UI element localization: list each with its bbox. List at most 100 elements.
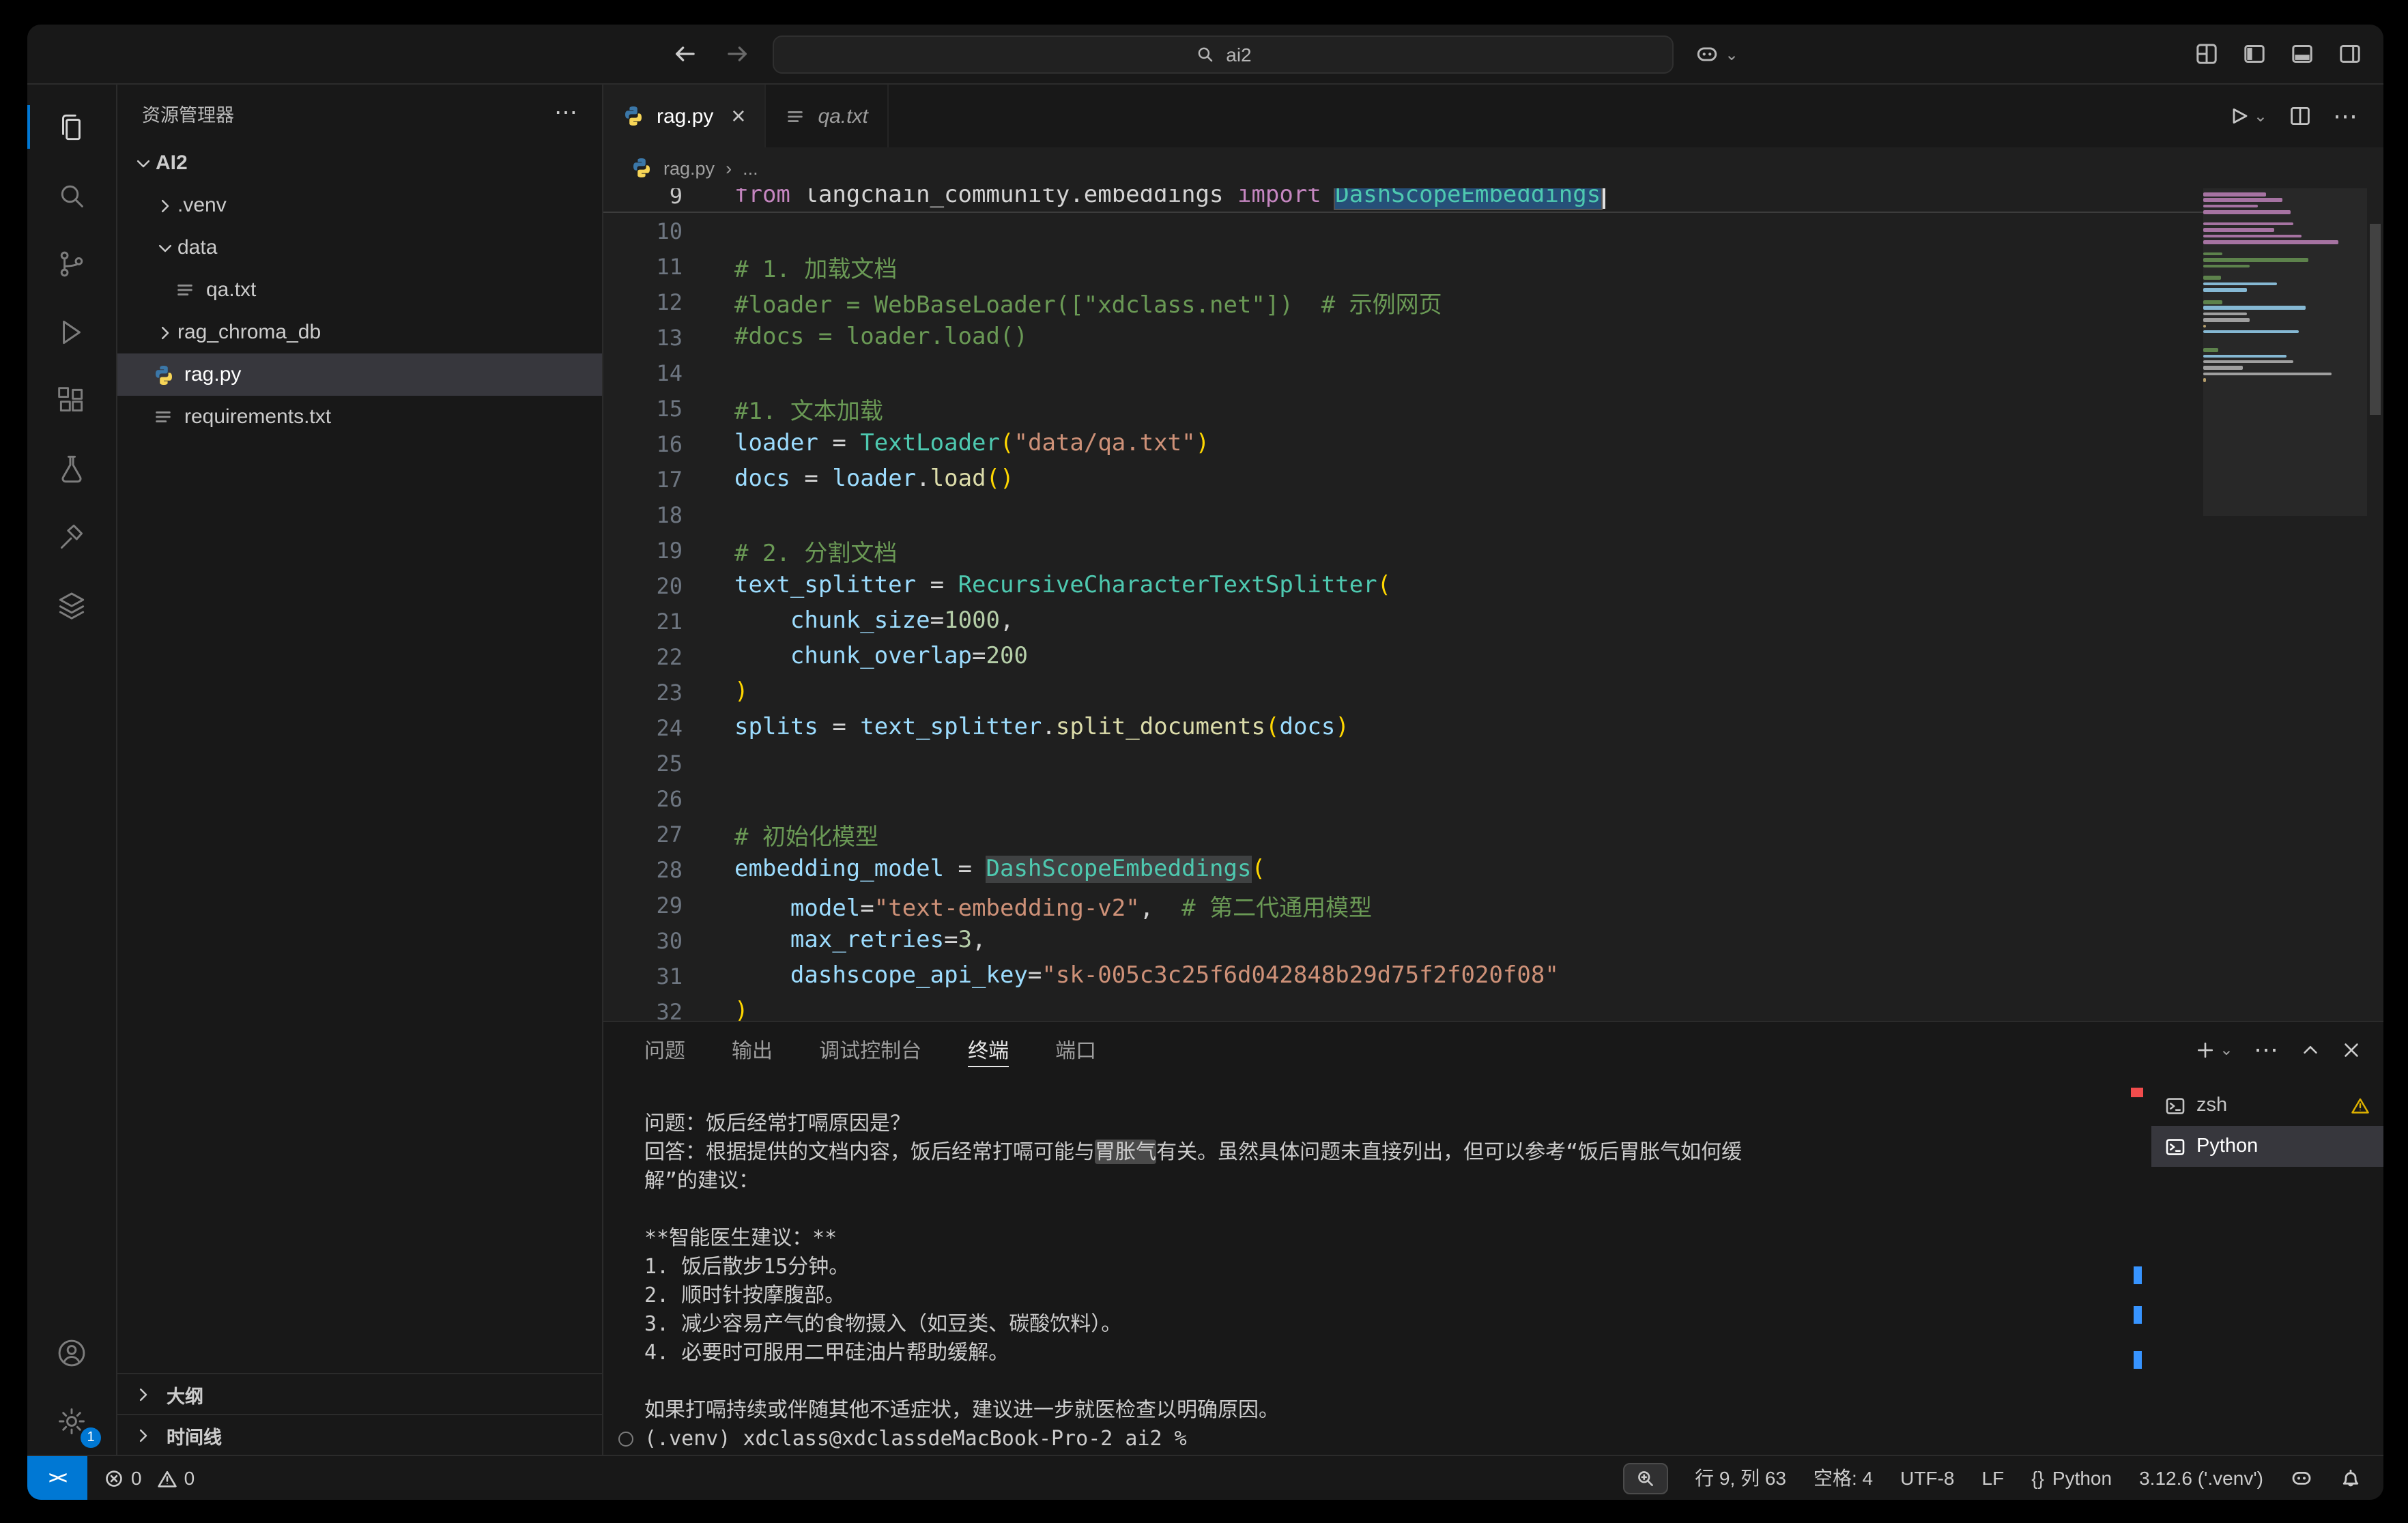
line-number: 29 (603, 892, 683, 918)
code-line-16[interactable]: 16loader = TextLoader("data/qa.txt") (603, 426, 2203, 461)
line-number: 18 (603, 502, 683, 527)
panel-tab-problems[interactable]: 问题 (644, 1022, 685, 1077)
python-interpreter[interactable]: 3.12.6 ('.venv') (2139, 1467, 2263, 1489)
code-line-25[interactable]: 25 (603, 745, 2203, 781)
scrollbar-thumb[interactable] (2370, 224, 2381, 415)
code-line-18[interactable]: 18 (603, 497, 2203, 532)
terminal-list: zshPython (2151, 1077, 2383, 1455)
search-view-icon[interactable] (27, 161, 116, 229)
breadcrumb-file[interactable]: rag.py (663, 158, 715, 178)
text-cursor (1602, 188, 1605, 208)
language-mode[interactable]: {} Python (2031, 1467, 2112, 1489)
stack-icon[interactable] (27, 570, 116, 639)
more-actions-icon[interactable]: ⋯ (554, 100, 577, 127)
sidebar-title: 资源管理器 (142, 100, 234, 127)
panel-tab-ports[interactable]: 端口 (1055, 1022, 1096, 1077)
code-line-11[interactable]: 11# 1. 加载文档 (603, 248, 2203, 284)
eol-setting[interactable]: LF (1982, 1467, 2005, 1489)
tree-item-label: .venv (177, 194, 227, 217)
tree-item-requirements.txt[interactable]: requirements.txt (117, 396, 602, 438)
problems-status[interactable]: 0 0 (87, 1467, 195, 1489)
code-line-23[interactable]: 23) (603, 674, 2203, 710)
terminal-output[interactable]: 问题：饭后经常打嗝原因是？回答：根据提供的文档内容，饭后经常打嗝可能与胃胀气有关… (603, 1077, 2151, 1455)
code-line-19[interactable]: 19# 2. 分割文档 (603, 532, 2203, 568)
split-editor-icon[interactable] (2289, 105, 2311, 127)
customize-layout-icon[interactable] (2195, 42, 2218, 66)
toggle-panel-icon[interactable] (2291, 42, 2314, 66)
code-line-26[interactable]: 26 (603, 781, 2203, 816)
code-editor[interactable]: 9from langchain_community.embeddings imp… (603, 188, 2383, 1021)
tab-qa.txt[interactable]: qa.txt (766, 85, 888, 147)
close-panel-icon[interactable] (2341, 1039, 2362, 1060)
code-text: embedding_model = DashScopeEmbeddings( (683, 856, 1265, 883)
code-line-14[interactable]: 14 (603, 355, 2203, 390)
toggle-secondary-sidebar-icon[interactable] (2338, 42, 2362, 66)
code-line-9[interactable]: 9from langchain_community.embeddings imp… (603, 188, 2203, 213)
section-label: 时间线 (167, 1421, 222, 1449)
code-text: chunk_size=1000, (683, 607, 1014, 635)
terminal-line (644, 1195, 2130, 1224)
line-number: 21 (603, 608, 683, 634)
notifications-bell-icon[interactable] (2340, 1467, 2362, 1489)
toggle-sidebar-icon[interactable] (2243, 42, 2266, 66)
code-line-29[interactable]: 29 model="text-embedding-v2", # 第二代通用模型 (603, 887, 2203, 923)
run-debug-icon[interactable] (27, 298, 116, 366)
new-terminal-button[interactable]: ⌄ (2195, 1039, 2233, 1060)
account-icon[interactable] (27, 1318, 116, 1387)
tree-item-.venv[interactable]: .venv (117, 184, 602, 227)
breadcrumb-rest[interactable]: ... (743, 158, 758, 178)
command-center-search[interactable]: ai2 (773, 35, 1674, 73)
tree-item-rag.py[interactable]: rag.py (117, 353, 602, 396)
code-line-32[interactable]: 32) (603, 993, 2203, 1021)
section-outline[interactable]: 大纲 (117, 1373, 602, 1414)
cursor-position[interactable]: 行 9, 列 63 (1695, 1464, 1786, 1492)
terminal-instance-zsh[interactable]: zsh (2151, 1085, 2383, 1126)
close-icon[interactable]: × (731, 102, 745, 130)
code-line-21[interactable]: 21 chunk_size=1000, (603, 603, 2203, 639)
tree-item-AI2[interactable]: AI2 (117, 142, 602, 184)
code-line-27[interactable]: 27# 初始化模型 (603, 816, 2203, 852)
code-line-15[interactable]: 15#1. 文本加载 (603, 390, 2203, 426)
terminal-icon (2165, 1136, 2185, 1157)
panel-tab-terminal[interactable]: 终端 (968, 1022, 1009, 1077)
tab-rag.py[interactable]: rag.py× (603, 85, 766, 147)
code-line-12[interactable]: 12#loader = WebBaseLoader(["xdclass.net"… (603, 284, 2203, 319)
tree-item-rag_chroma_db[interactable]: rag_chroma_db (117, 311, 602, 353)
settings-gear-icon[interactable]: 1 (27, 1387, 116, 1455)
editor-more-actions-icon[interactable]: ⋯ (2333, 102, 2359, 130)
chevron-down-icon (153, 238, 177, 257)
code-line-31[interactable]: 31 dashscope_api_key="sk-005c3c25f6d0428… (603, 958, 2203, 993)
code-line-28[interactable]: 28embedding_model = DashScopeEmbeddings( (603, 852, 2203, 887)
panel-tab-output[interactable]: 输出 (732, 1022, 773, 1077)
back-icon[interactable] (672, 41, 698, 67)
testing-icon[interactable] (27, 434, 116, 502)
remote-indicator[interactable]: >< (27, 1456, 87, 1500)
editor-scrollbar[interactable] (2367, 188, 2383, 1021)
encoding[interactable]: UTF-8 (1900, 1467, 1954, 1489)
terminal-instance-Python[interactable]: Python (2151, 1126, 2383, 1167)
copilot-status-icon[interactable] (2291, 1467, 2312, 1489)
code-line-22[interactable]: 22 chunk_overlap=200 (603, 639, 2203, 674)
panel-tab-debug-console[interactable]: 调试控制台 (819, 1022, 921, 1077)
run-file-button[interactable]: ⌄ (2228, 105, 2267, 127)
code-line-24[interactable]: 24splits = text_splitter.split_documents… (603, 710, 2203, 745)
section-timeline[interactable]: 时间线 (117, 1414, 602, 1455)
minimap[interactable] (2203, 188, 2367, 1021)
tools-icon[interactable] (27, 502, 116, 570)
source-control-icon[interactable] (27, 229, 116, 298)
code-line-17[interactable]: 17docs = loader.load() (603, 461, 2203, 497)
code-line-20[interactable]: 20text_splitter = RecursiveCharacterText… (603, 568, 2203, 603)
tree-item-data[interactable]: data (117, 227, 602, 269)
maximize-panel-icon[interactable] (2300, 1039, 2321, 1060)
copilot-menu[interactable]: ⌄ (1696, 42, 1738, 66)
indent-setting[interactable]: 空格: 4 (1814, 1464, 1873, 1492)
code-line-13[interactable]: 13#docs = loader.load() (603, 319, 2203, 355)
panel-more-actions-icon[interactable]: ⋯ (2254, 1035, 2280, 1064)
zoom-indicator[interactable] (1622, 1462, 1667, 1494)
tree-item-qa.txt[interactable]: qa.txt (117, 269, 602, 311)
forward-icon[interactable] (726, 41, 751, 67)
explorer-icon[interactable] (27, 93, 116, 161)
code-line-10[interactable]: 10 (603, 213, 2203, 248)
extensions-icon[interactable] (27, 366, 116, 434)
code-line-30[interactable]: 30 max_retries=3, (603, 923, 2203, 958)
